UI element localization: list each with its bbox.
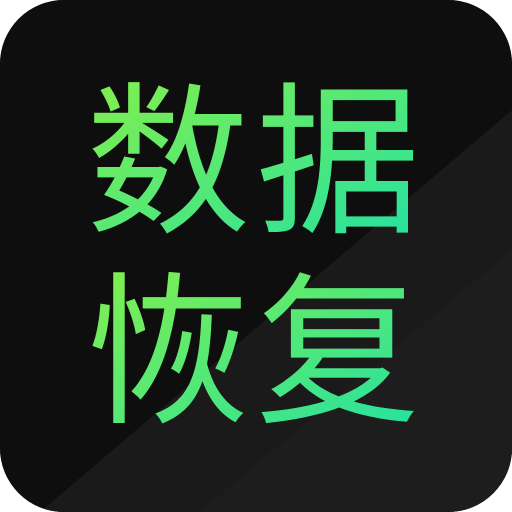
title-line-1: 数据 [86, 68, 426, 259]
title-text-art: 数据 恢复 [86, 68, 426, 449]
title-line-2: 恢复 [86, 258, 426, 449]
app-icon-container: 数据 恢复 [0, 0, 512, 512]
app-icon[interactable]: 数据 恢复 [0, 0, 512, 512]
